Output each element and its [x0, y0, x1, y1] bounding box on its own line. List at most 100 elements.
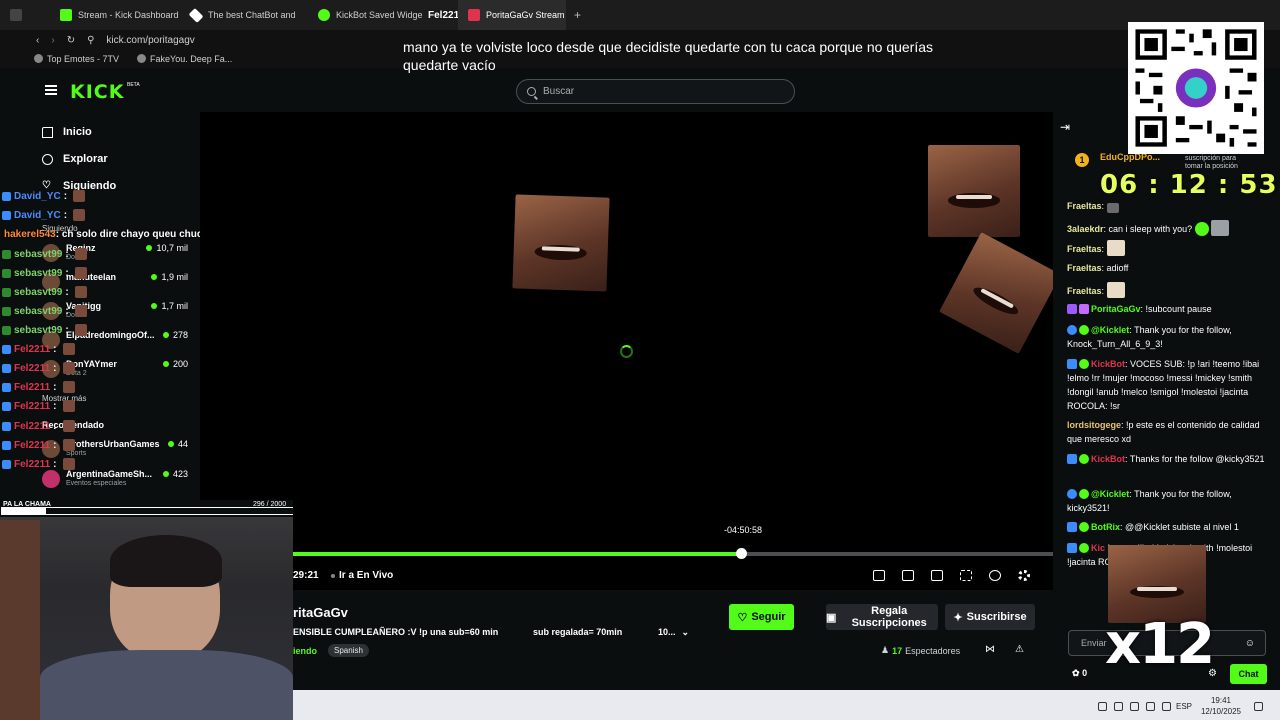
notifications-icon[interactable] — [1254, 702, 1263, 711]
window-menu-icon — [10, 9, 22, 21]
clip-icon[interactable] — [902, 570, 914, 581]
bookmark-7tv[interactable]: Top Emotes - 7TV — [34, 54, 119, 64]
forward-icon[interactable]: › — [51, 35, 54, 46]
seek-hover-time: -04:50:58 — [724, 525, 763, 535]
chat-message: BotRix: @@Kicklet subiste al nivel 1 — [1067, 520, 1267, 534]
browser-tab-overlay-user: Fel2211 — [428, 0, 458, 30]
network-icon[interactable] — [1146, 702, 1155, 711]
search-input[interactable] — [543, 86, 773, 97]
emote-icon — [74, 248, 87, 260]
share-icon[interactable]: ⋈ — [985, 644, 995, 655]
nav-explore[interactable]: Explorar — [42, 153, 108, 165]
badge-icon — [2, 421, 11, 431]
new-tab-icon[interactable]: + — [566, 8, 589, 22]
points-icon: ✿ — [1072, 668, 1080, 678]
kick-favicon-icon — [468, 9, 480, 21]
overlay-chat-line: Fel2211: — [2, 458, 75, 470]
browser-tab-placeholder[interactable] — [0, 0, 50, 30]
overlay-chat-line: Fel2211: — [2, 381, 75, 393]
reload-icon[interactable]: ↻ — [67, 35, 75, 46]
bookmark-fakeyou[interactable]: FakeYou. Deep Fa... — [137, 54, 232, 64]
channel-points[interactable]: ✿ 0 — [1072, 668, 1087, 679]
browser-tab-kick-dashboard[interactable]: Stream - Kick Dashboard — [50, 0, 180, 30]
theater-mode-icon[interactable] — [931, 570, 943, 581]
pinned-note: suscripción para tomar la posición — [1185, 155, 1238, 170]
go-live-button[interactable]: Ir a En Vivo — [331, 570, 393, 581]
bot-badge-icon — [1067, 543, 1077, 553]
browser-tab-bar: Stream - Kick Dashboard The best ChatBot… — [0, 0, 1280, 30]
chat-message: @Kicklet: Thank you for the follow, Knoc… — [1067, 325, 1232, 349]
emote-icon — [74, 324, 87, 336]
kick-logo[interactable]: KICK — [70, 81, 124, 103]
bookmark-icon — [34, 54, 43, 63]
bot-badge-icon — [1067, 489, 1077, 499]
overlay-chat-line: Fel2211: — [2, 362, 75, 374]
yape-qr-code — [1128, 22, 1264, 154]
emote-icon — [74, 267, 87, 279]
sidebar-stream[interactable]: ArgentinaGameSh... Eventos especiales 42… — [42, 468, 192, 492]
send-chat-button[interactable]: Chat — [1230, 664, 1267, 684]
gift-subs-button[interactable]: ▣ Regala Suscripciones — [826, 604, 938, 630]
overlay-chat-line: sebasvt99: — [2, 305, 87, 317]
overlay-chat-line: sebasvt99: — [2, 248, 87, 260]
emote-icon — [62, 400, 75, 412]
badge-icon — [2, 382, 11, 392]
language-tag[interactable]: Spanish — [328, 644, 369, 657]
current-time: 29:21 — [293, 570, 319, 581]
back-icon[interactable]: ‹ — [36, 35, 39, 46]
overlay-chat-line: sebasvt99: — [2, 267, 87, 279]
qr-code-icon — [1131, 25, 1261, 151]
live-dot-icon — [146, 245, 153, 251]
overlay-username: Fel2211 — [428, 9, 458, 21]
browser-tab-chatbot[interactable]: The best ChatBot and — [180, 0, 308, 30]
browser-tab-kickbot[interactable]: KickBot Saved Widge — [308, 0, 428, 30]
pinned-sub-notice: 1 — [1075, 150, 1089, 168]
seek-bar[interactable] — [293, 548, 1053, 559]
badge-icon — [2, 459, 11, 469]
fullscreen-icon[interactable] — [960, 570, 972, 581]
settings-gear-icon[interactable] — [1018, 570, 1030, 581]
category-link[interactable]: iendo — [293, 646, 317, 656]
avatar — [42, 470, 60, 488]
viewer-count: 44 — [167, 439, 188, 449]
tray-chevron-icon[interactable] — [1098, 702, 1107, 711]
site-info-icon[interactable]: ⚲ — [87, 35, 94, 46]
overlay-chat-line: David_YC: — [2, 209, 86, 221]
browser-tab-poritagagv[interactable]: PoritaGaGv Stream - — [458, 0, 566, 30]
floating-emote — [512, 194, 610, 292]
subscribe-button[interactable]: ✦ Suscribirse — [945, 604, 1035, 630]
search-box[interactable] — [516, 79, 795, 104]
keyboard-language[interactable]: ESP — [1176, 702, 1192, 711]
tray-app-icon[interactable] — [1114, 702, 1123, 711]
chat-message: lordsitogege: !p este es el contenido de… — [1067, 420, 1260, 444]
follow-button[interactable]: ♡ Seguir — [729, 604, 794, 630]
badge-icon — [2, 344, 11, 354]
miniplayer-icon[interactable] — [873, 570, 885, 581]
streamer-hair — [110, 535, 222, 587]
badge-icon — [2, 191, 11, 201]
nav-home[interactable]: Inicio — [42, 126, 92, 138]
stream-title: ENSIBLE CUMPLEAÑERO :V !p una sub=60 min — [293, 627, 499, 637]
stream-name: ArgentinaGameSh... — [66, 469, 153, 479]
taskbar-clock[interactable]: 19:41 12/10/2025 — [1198, 695, 1244, 717]
badge-icon — [2, 287, 11, 297]
channel-name[interactable]: ritaGaGv — [293, 605, 348, 620]
collapse-chat-icon[interactable]: ⇥ — [1060, 120, 1070, 134]
emote-icon — [1194, 222, 1209, 236]
verified-badge-icon — [1079, 454, 1089, 464]
emote-icon — [62, 458, 75, 470]
menu-icon[interactable] — [45, 85, 57, 95]
volume-icon[interactable] — [1162, 702, 1171, 711]
emote-icon — [62, 343, 75, 355]
playback-speed-icon[interactable] — [989, 570, 1001, 581]
stream-title-expand[interactable]: 10... ⌄ — [658, 627, 689, 638]
url-text[interactable]: kick.com/poritagagv — [106, 35, 194, 46]
chat-message: Fraeltas: — [1067, 240, 1267, 256]
report-icon[interactable]: ⚠ — [1015, 644, 1024, 655]
floating-emote — [928, 145, 1020, 237]
viewer-count: 278 — [162, 330, 188, 340]
live-dot-icon — [162, 332, 169, 338]
chat-message: KickBot: VOCES SUB: !p !ari !teemo !ibai… — [1067, 359, 1260, 411]
emoji-icon[interactable]: ☺ — [1245, 638, 1255, 649]
tray-app-icon[interactable] — [1130, 702, 1139, 711]
